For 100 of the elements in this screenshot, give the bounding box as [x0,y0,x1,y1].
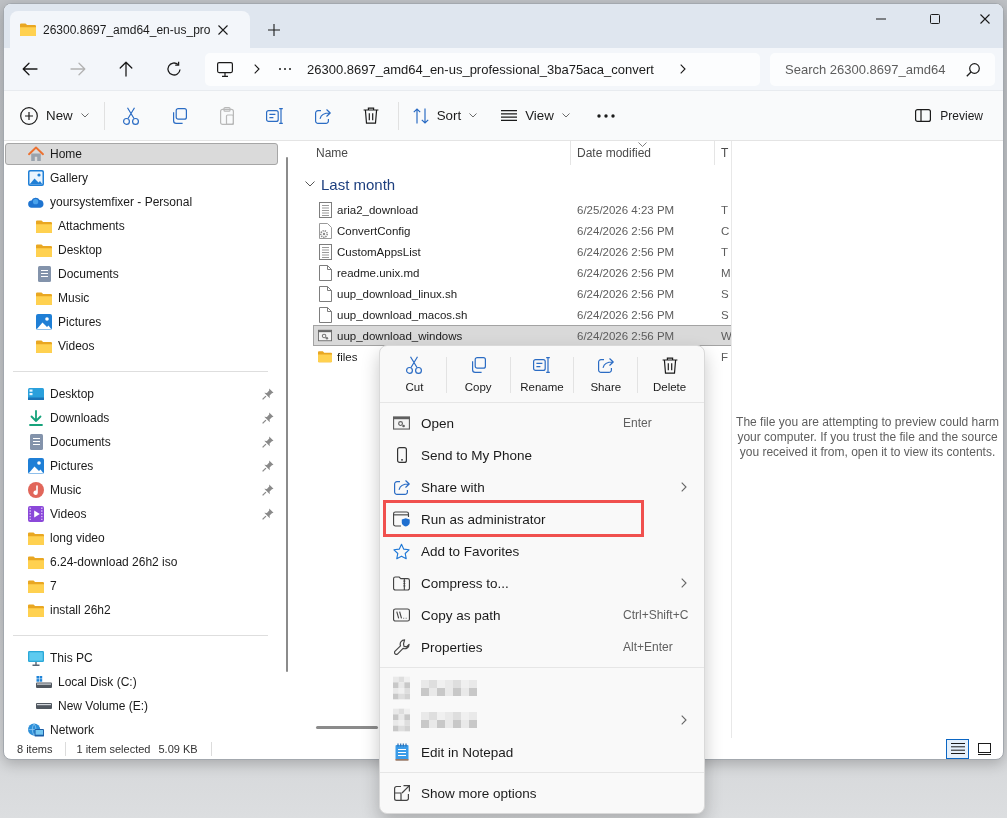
modified-date: 6/24/2026 2:56 PM [577,308,675,321]
picture-icon [36,314,52,330]
details-view-button[interactable] [946,738,969,759]
menu-item[interactable]: Share with [383,471,701,503]
file-row[interactable]: ConvertConfig 6/24/2026 2:56 PM C [313,220,731,241]
folder-path[interactable]: 26300.8697_amd64_en-us_professional_3ba75aca_convert [307,61,654,77]
sidebar-item[interactable]: Documents [5,431,278,453]
sidebar-item[interactable]: long video [5,527,278,549]
square-icon [978,742,991,755]
folder-icon [318,350,332,363]
menu-item[interactable]: Send to My Phone [383,439,701,471]
right-arrow-icon [70,62,86,76]
column-header[interactable]: T [714,141,731,165]
preview-button[interactable]: Preview [907,97,991,134]
refresh-icon [166,61,182,77]
sidebar-item[interactable]: Home [5,143,278,165]
text-file-icon [318,201,332,218]
sidebar-item[interactable]: Desktop [5,239,278,261]
file-name: CustomAppsList [337,245,421,258]
star-icon [393,542,410,560]
selection-count: 1 item selected [76,742,151,755]
pixelated-icon [393,676,410,700]
trash-icon [362,107,379,124]
house-icon [28,146,44,162]
file-row[interactable]: uup_download_linux.sh 6/24/2026 2:56 PM S [313,283,731,304]
menu-item[interactable]: Edit in Notepad [383,736,701,768]
scrollbar-thumb[interactable] [316,726,378,729]
sidebar-item[interactable]: Downloads [5,407,278,429]
menu-item[interactable]: Open Enter [383,407,701,439]
folder-icon [28,579,44,593]
sidebar-item[interactable]: 7 [5,575,278,597]
file-name: ConvertConfig [337,224,411,237]
sidebar-item[interactable]: Pictures [5,455,278,477]
blank-file-icon [318,306,332,323]
sidebar-item[interactable]: Videos [5,335,278,357]
picture-icon [28,458,44,474]
keyboard-shortcut: Enter [623,416,652,430]
file-name: uup_download_windows [337,329,463,342]
up-arrow-icon [119,61,133,77]
file-type: S [721,308,729,321]
sidebar-item[interactable]: Pictures [5,311,278,333]
copy-icon [470,357,487,373]
menu-item[interactable]: Add to Favorites [383,535,701,567]
folder-tab[interactable]: 26300.8697_amd64_en-us_pro [10,11,250,48]
sidebar-item[interactable]: Documents [5,263,278,285]
sidebar-item[interactable]: install 26h2 [5,599,278,621]
search-icon [966,62,980,77]
sidebar-item[interactable]: Music [5,287,278,309]
modified-date: 6/25/2026 4:23 PM [577,203,675,216]
address-bar[interactable]: 26300.8697_amd64_en-us_professional_3ba75aca_convert [205,52,760,86]
file-row[interactable]: readme.unix.md 6/24/2026 2:56 PM M [313,262,731,283]
folder-icon [36,339,52,353]
plus-icon [268,23,280,36]
scrollbar-thumb[interactable] [286,157,288,672]
film-icon [28,506,44,522]
menu-item[interactable]: Run as administrator [383,503,701,535]
keyboard-shortcut: Ctrl+Shift+C [623,608,689,622]
shield-window-icon [393,511,410,527]
drive-icon [36,676,52,688]
column-header[interactable]: Name [313,141,570,165]
view-button[interactable]: View [493,97,578,134]
sidebar-item[interactable]: Desktop [5,383,278,405]
sidebar-item[interactable]: New Volume (E:) [5,695,278,717]
sort-button[interactable]: Sort [404,97,486,134]
sidebar-item[interactable]: yoursystemfixer - Personal [5,191,278,213]
sidebar-item[interactable]: Attachments [5,215,278,237]
file-row[interactable]: aria2_download 6/25/2026 4:23 PM T [313,199,731,220]
file-name: uup_download_linux.sh [337,287,458,300]
document-icon [37,266,51,282]
file-type: F [721,350,729,363]
sidebar-item[interactable]: Videos [5,503,278,525]
sidebar-item[interactable]: Local Disk (C:) [5,671,278,693]
file-type: S [721,287,729,300]
menu-item[interactable]: Show more options [383,777,701,809]
text-file-icon [318,243,332,260]
group-header[interactable]: Last month [305,174,731,194]
column-header[interactable]: Date modified [570,141,714,165]
sidebar-item[interactable]: This PC [5,647,278,669]
path-box-icon [393,608,410,622]
cloud-icon [28,195,44,209]
music-note-icon [28,482,44,498]
sidebar-item[interactable]: Music [5,479,278,501]
menu-item[interactable]: Copy as path Ctrl+Shift+C [383,599,701,631]
menu-item[interactable]: Properties Alt+Enter [383,631,701,663]
sidebar-item[interactable]: 6.24-download 26h2 iso [5,551,278,573]
file-type: M [721,266,731,279]
file-type: T [721,203,729,216]
close-icon [980,14,990,24]
panel-icon [915,109,932,122]
file-row[interactable]: CustomAppsList 6/24/2026 2:56 PM T [313,241,731,262]
globe-monitor-icon [28,723,44,737]
file-row[interactable]: uup_download_macos.sh 6/24/2026 2:56 PM S [313,304,731,325]
new-button[interactable]: New [12,97,97,134]
menu-item[interactable]: Compress to... [383,567,701,599]
sidebar-item[interactable]: Network [5,719,278,738]
file-name: aria2_download [337,203,419,216]
sidebar-item[interactable]: Gallery [5,167,278,189]
file-row[interactable]: uup_download_windows 6/24/2026 2:56 PM W [313,325,731,346]
search-field[interactable]: Search 26300.8697_amd64 [770,52,995,86]
rename-icon [533,357,551,373]
